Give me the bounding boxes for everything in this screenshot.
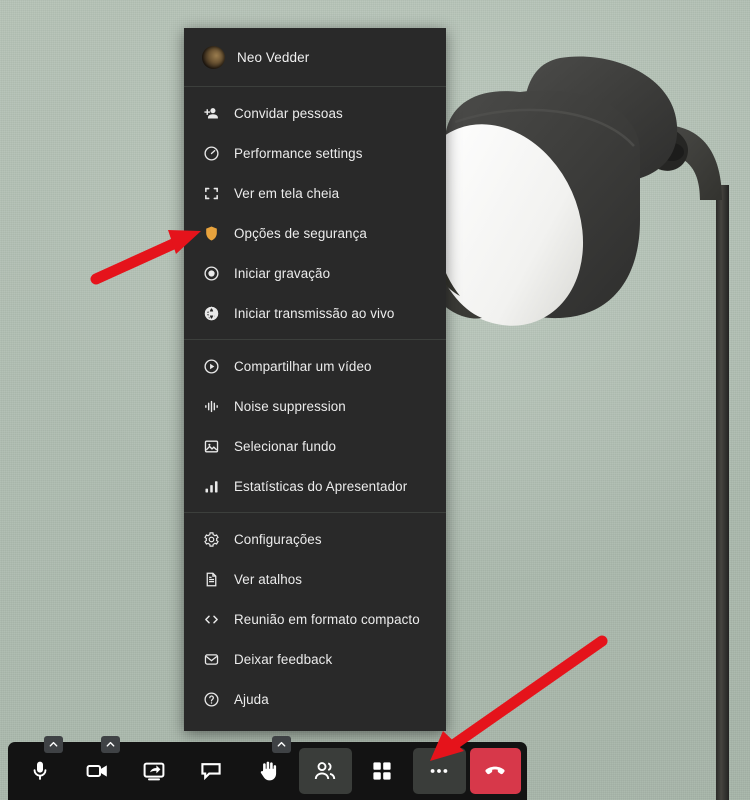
camera-button[interactable] — [71, 736, 124, 794]
menu-item-convidar-pessoas[interactable]: Convidar pessoas — [184, 93, 446, 133]
gear-icon — [202, 530, 220, 548]
code-brackets-icon — [202, 610, 220, 628]
menu-item-label: Compartilhar um vídeo — [234, 358, 372, 374]
more-options-menu[interactable]: Neo Vedder Convidar pessoas Performance … — [184, 28, 446, 731]
menu-item-label: Ajuda — [234, 691, 269, 707]
microphone-button[interactable] — [14, 736, 67, 794]
menu-item-label: Deixar feedback — [234, 651, 333, 667]
raise-hand-button[interactable] — [242, 736, 295, 794]
menu-item-performance-settings[interactable]: Performance settings — [184, 133, 446, 173]
user-avatar — [202, 45, 225, 69]
tile-view-button[interactable] — [356, 748, 409, 794]
microphone-options-chevron[interactable] — [43, 736, 63, 753]
menu-item-compartilhar-um-video[interactable]: Compartilhar um vídeo — [184, 346, 446, 386]
menu-item-estatisticas-do-apresentador[interactable]: Estatísticas do Apresentador — [184, 466, 446, 506]
menu-item-configuracoes[interactable]: Configurações — [184, 519, 446, 559]
hangup-button[interactable] — [469, 748, 521, 794]
chevron-up-icon — [49, 741, 58, 747]
waveform-icon — [202, 397, 220, 415]
bar-chart-icon — [202, 477, 220, 495]
envelope-icon — [202, 650, 220, 668]
menu-item-ajuda[interactable]: Ajuda — [184, 679, 446, 719]
chat-button[interactable] — [185, 748, 238, 794]
phone-hangup-icon — [485, 766, 506, 775]
menu-item-label: Iniciar transmissão ao vivo — [234, 305, 395, 321]
meeting-toolbar — [8, 736, 527, 800]
chevron-up-icon — [106, 741, 115, 747]
menu-item-label: Ver atalhos — [234, 571, 303, 587]
menu-item-opcoes-de-seguranca[interactable]: Opções de segurança — [184, 213, 446, 253]
chat-bubble-icon — [201, 763, 222, 781]
menu-item-label: Ver em tela cheia — [234, 185, 340, 201]
menu-item-label: Convidar pessoas — [234, 105, 343, 121]
document-icon — [202, 570, 220, 588]
fullscreen-icon — [202, 184, 220, 202]
video-camera-icon — [87, 765, 108, 777]
menu-item-label: Estatísticas do Apresentador — [234, 478, 408, 494]
raised-hand-icon — [261, 761, 277, 781]
menu-item-label: Reunião em formato compacto — [234, 611, 420, 627]
participants-button[interactable] — [298, 748, 352, 794]
menu-item-deixar-feedback[interactable]: Deixar feedback — [184, 639, 446, 679]
menu-item-noise-suppression[interactable]: Noise suppression — [184, 386, 446, 426]
menu-section-3: Configurações Ver atalhos Reunião em for… — [184, 512, 446, 725]
profile-name: Neo Vedder — [237, 49, 310, 65]
speedometer-icon — [202, 144, 220, 162]
screen-share-button[interactable] — [128, 748, 181, 794]
grid-view-icon — [373, 762, 391, 780]
raise-hand-options-chevron[interactable] — [271, 736, 291, 753]
ellipsis-icon — [431, 769, 448, 773]
menu-item-iniciar-transmissao-ao-vivo[interactable]: Iniciar transmissão ao vivo — [184, 293, 446, 333]
chevron-up-icon — [277, 741, 286, 747]
record-icon — [202, 264, 220, 282]
play-circle-icon — [202, 357, 220, 375]
menu-item-label: Opções de segurança — [234, 225, 367, 241]
microphone-icon — [34, 761, 47, 780]
menu-item-selecionar-fundo[interactable]: Selecionar fundo — [184, 426, 446, 466]
menu-item-label: Selecionar fundo — [234, 438, 337, 454]
menu-item-ver-em-tela-cheia[interactable]: Ver em tela cheia — [184, 173, 446, 213]
menu-item-label: Iniciar gravação — [234, 265, 331, 281]
screen-share-icon — [144, 762, 165, 781]
shield-icon — [202, 224, 220, 242]
live-stream-icon — [202, 304, 220, 322]
menu-section-1: Convidar pessoas Performance settings Ve… — [184, 86, 446, 339]
menu-item-ver-atalhos[interactable]: Ver atalhos — [184, 559, 446, 599]
profile-row[interactable]: Neo Vedder — [184, 34, 446, 80]
menu-section-profile: Neo Vedder — [184, 28, 446, 86]
people-icon — [315, 762, 336, 780]
menu-section-2: Compartilhar um vídeo Noise suppression — [184, 339, 446, 512]
menu-item-iniciar-gravacao[interactable]: Iniciar gravação — [184, 253, 446, 293]
camera-options-chevron[interactable] — [100, 736, 120, 753]
more-options-button[interactable] — [412, 748, 466, 794]
add-person-icon — [202, 104, 220, 122]
image-icon — [202, 437, 220, 455]
app-window: Neo Vedder Convidar pessoas Performance … — [0, 0, 750, 800]
menu-item-label: Performance settings — [234, 145, 363, 161]
menu-item-label: Configurações — [234, 531, 322, 547]
menu-item-label: Noise suppression — [234, 398, 346, 414]
question-circle-icon — [202, 690, 220, 708]
menu-item-reuniao-em-formato-compacto[interactable]: Reunião em formato compacto — [184, 599, 446, 639]
